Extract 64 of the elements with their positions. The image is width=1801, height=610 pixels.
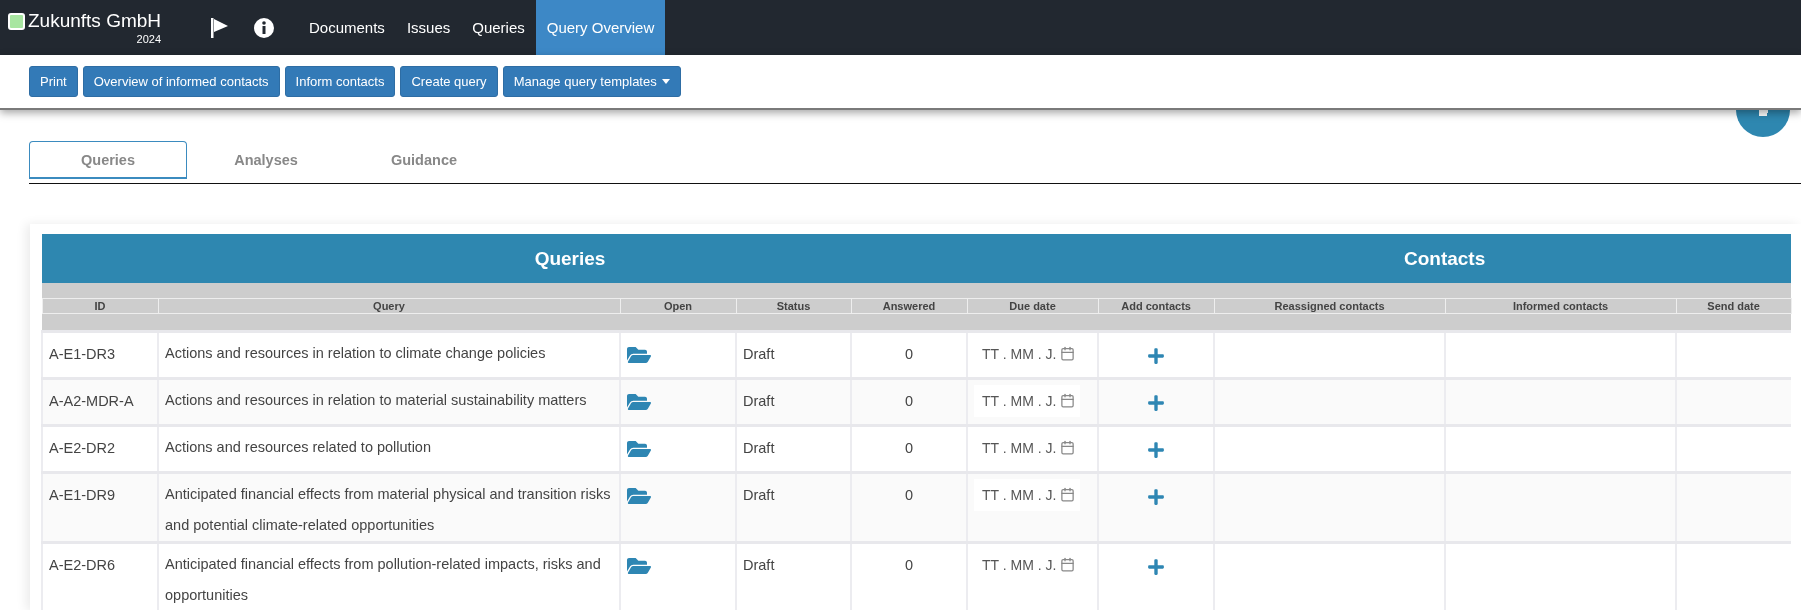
date-input[interactable]: TT . MM . J. <box>982 483 1058 506</box>
calendar-icon[interactable] <box>1060 346 1075 361</box>
dropdown-button[interactable]: Manage query templates <box>502 66 681 97</box>
nav-link[interactable]: Issues <box>395 0 462 55</box>
table-cell-text: Draft <box>743 555 775 575</box>
table-cell-text: 0 <box>904 438 914 458</box>
table-cell-text: Actions and resources in relation to climate change policies <box>165 343 547 363</box>
table-cell-text: Draft <box>743 438 775 458</box>
calendar-icon[interactable] <box>1060 393 1075 408</box>
logo-icon <box>8 13 25 30</box>
plus-icon[interactable] <box>1147 346 1166 365</box>
table-cell-text: Anticipated financial effects from material physical and transition risks and potential climate-related opportunities <box>165 484 612 535</box>
table-cell-text: Actions and resources in relation to material sustainability matters <box>165 390 588 410</box>
column-header: Informed contacts <box>1445 298 1677 313</box>
toolbar-button[interactable]: Print <box>29 66 78 97</box>
column-header: Status <box>736 298 851 313</box>
toolbar-button[interactable]: Overview of informed contacts <box>82 66 280 97</box>
info-icon[interactable] <box>254 17 274 38</box>
table-cell-text: 0 <box>904 485 914 505</box>
brand-name: Zukunfts GmbH <box>28 10 162 32</box>
tab[interactable]: Queries <box>29 141 187 179</box>
column-header: Query <box>158 298 620 313</box>
date-input[interactable]: TT . MM . J. <box>982 553 1058 576</box>
column-header: ID <box>42 298 158 313</box>
column-header: Add contacts <box>1098 298 1215 313</box>
column-header: Answered <box>851 298 967 313</box>
table-cell-text: 0 <box>904 344 914 364</box>
date-input[interactable]: TT . MM . J. <box>982 389 1058 412</box>
table-cell-text: A-A2-MDR-A <box>49 391 134 411</box>
table-cell-text: 0 <box>904 391 914 411</box>
column-header: Open <box>620 298 736 313</box>
plus-icon[interactable] <box>1147 440 1166 459</box>
caret-icon <box>661 79 670 84</box>
plus-icon[interactable] <box>1147 557 1166 576</box>
column-header: Reassigned contacts <box>1214 298 1446 313</box>
toolbar-button[interactable]: Inform contacts <box>284 66 396 97</box>
table-cell-text: A-E1-DR9 <box>49 485 116 505</box>
calendar-icon[interactable] <box>1060 557 1075 572</box>
table-cell-text: 0 <box>904 555 914 575</box>
group-header: Contacts <box>1098 234 1792 283</box>
plus-icon[interactable] <box>1147 393 1166 412</box>
table-cell-text: Draft <box>743 485 775 505</box>
calendar-icon[interactable] <box>1060 440 1075 455</box>
date-input[interactable]: TT . MM . J. <box>982 342 1058 365</box>
table-cell-text: A-E1-DR3 <box>49 344 116 364</box>
table-cell-text: Draft <box>743 391 775 411</box>
table-cell-text: A-E2-DR6 <box>49 555 116 575</box>
calendar-icon[interactable] <box>1060 487 1075 502</box>
brand-year: 2024 <box>136 32 162 46</box>
flag-icon[interactable] <box>211 17 229 38</box>
plus-icon[interactable] <box>1147 487 1166 506</box>
help-icon[interactable] <box>1736 110 1790 137</box>
date-input[interactable]: TT . MM . J. <box>982 436 1058 459</box>
nav-link[interactable]: Queries <box>461 0 536 55</box>
group-header: Queries <box>42 234 1099 283</box>
nav-link[interactable]: Query Overview <box>535 0 666 55</box>
table-cell-text: A-E2-DR2 <box>49 438 116 458</box>
column-header: Send date <box>1676 298 1792 313</box>
column-header: Due date <box>967 298 1099 313</box>
toolbar-button[interactable]: Create query <box>400 66 498 97</box>
nav-link[interactable]: Documents <box>298 0 396 55</box>
table-cell-text: Actions and resources related to pollution <box>165 437 432 457</box>
table-cell-text: Anticipated financial effects from pollution-related impacts, risks and opportunities <box>165 554 602 605</box>
table-cell-text: Draft <box>743 344 775 364</box>
